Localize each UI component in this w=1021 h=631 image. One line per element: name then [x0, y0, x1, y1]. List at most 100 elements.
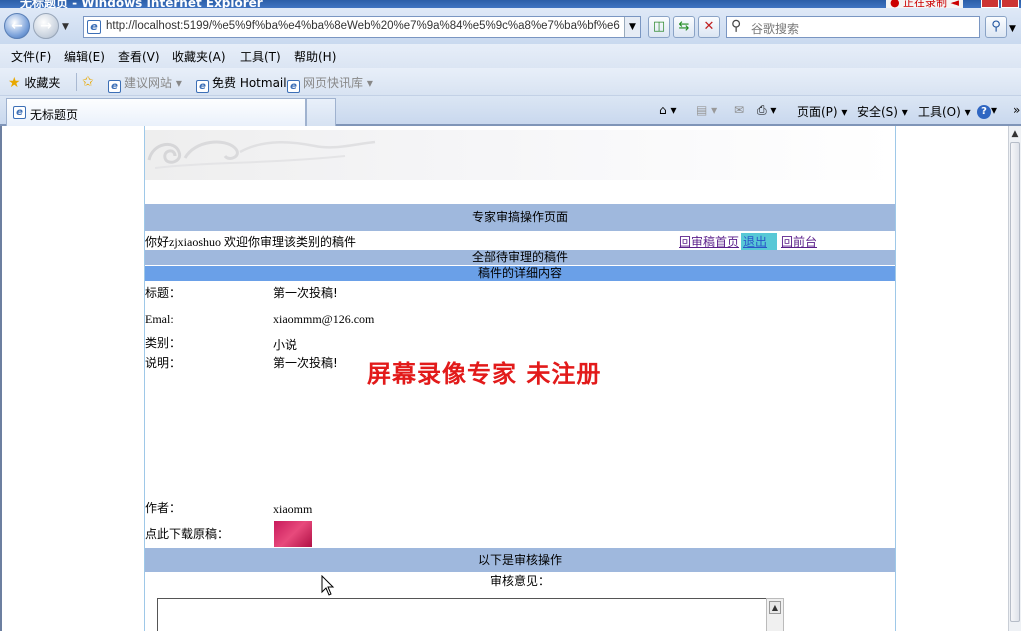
back-button[interactable]: ←: [4, 13, 30, 39]
search-input[interactable]: ⚲ 谷歌搜索: [726, 16, 980, 38]
minimize-button[interactable]: [981, 0, 999, 8]
email-label: Emal:: [145, 312, 174, 326]
new-tab-button[interactable]: [306, 98, 336, 126]
tab-current[interactable]: e 无标题页: [6, 98, 306, 126]
ie-page-icon: e: [108, 80, 121, 93]
refresh-icon: ⇆: [678, 19, 690, 34]
review-opinion-textarea[interactable]: [157, 598, 784, 631]
title-value: 第一次投稿!: [273, 286, 338, 300]
hotmail-label: 免费 Hotmail: [212, 76, 287, 90]
add-favorite-button[interactable]: ✩: [82, 74, 94, 90]
ie-page-icon: e: [287, 80, 300, 93]
tab-title: 无标题页: [30, 108, 79, 122]
search-placeholder: 谷歌搜索: [751, 22, 800, 36]
back-to-front-link[interactable]: 回前台: [781, 233, 817, 250]
favorites-button[interactable]: ★ 收藏夹: [8, 74, 60, 91]
title-label: 标题：: [145, 286, 182, 300]
stop-button[interactable]: ✕: [698, 16, 720, 38]
review-opinion-label: 审核意见：: [489, 574, 550, 588]
home-icon: ⌂: [659, 103, 667, 117]
page-viewport: 专家审搞操作页面 你好zjxiaoshuo 欢迎你审理该类别的稿件 回审稿首页 …: [0, 126, 1008, 631]
safety-menu[interactable]: 安全(S) ▾: [857, 103, 908, 120]
email-value: xiaommm@126.com: [273, 312, 375, 326]
ie-page-icon: e: [13, 106, 26, 119]
detail-header: 稿件的详细内容: [145, 266, 895, 281]
refresh-button[interactable]: ⇆: [673, 16, 695, 38]
greeting-row: 你好zjxiaoshuo 欢迎你审理该类别的稿件 回审稿首页 退出 回前台: [145, 231, 895, 250]
address-dropdown[interactable]: ▼: [624, 17, 640, 37]
print-button[interactable]: ⎙ ▾: [757, 103, 776, 118]
scroll-up-icon[interactable]: ▲: [1010, 128, 1020, 140]
mail-icon: ✉: [734, 103, 745, 117]
close-icon: ✕: [703, 19, 715, 34]
arrow-left-icon: ←: [11, 18, 23, 34]
menu-file[interactable]: 文件(F): [11, 48, 51, 65]
menu-help[interactable]: 帮助(H): [294, 48, 336, 65]
menu-tools[interactable]: 工具(T): [240, 48, 281, 65]
search-options-dropdown[interactable]: ▼: [1009, 24, 1016, 34]
scroll-thumb[interactable]: [1010, 142, 1020, 622]
scroll-up-arrow-icon[interactable]: ▲: [769, 601, 781, 614]
cloud-ornament-image: [147, 140, 376, 169]
download-label: 点此下载原稿：: [145, 527, 230, 541]
header-banner: [145, 130, 895, 180]
hotmail-link[interactable]: e 免费 Hotmail: [196, 74, 287, 93]
web-slice-label: 网页快讯库 ▾: [303, 76, 373, 90]
feeds-button[interactable]: ▤ ▾: [696, 103, 717, 117]
back-to-review-home-link[interactable]: 回审稿首页: [679, 233, 739, 250]
recording-badge: ● 正在录制 ◄: [885, 0, 963, 8]
home-button[interactable]: ⌂ ▾: [659, 103, 676, 117]
menu-edit[interactable]: 编辑(E): [64, 48, 105, 65]
forward-button[interactable]: →: [33, 13, 59, 39]
description-value: 第一次投稿!: [273, 356, 338, 370]
help-menu[interactable]: ? ▾: [977, 103, 997, 119]
menu-bar: 文件(F) 编辑(E) 查看(V) 收藏夹(A) 工具(T) 帮助(H): [0, 44, 1021, 68]
address-toolbar: ← → ▼ e http://localhost:5199/%e5%9f%ba%…: [0, 8, 1021, 44]
search-button[interactable]: ⚲: [985, 16, 1007, 38]
help-icon: ?: [977, 105, 991, 119]
suggested-sites-label: 建议网站 ▾: [124, 76, 182, 90]
address-url: http://localhost:5199/%e5%9f%ba%e4%ba%8e…: [106, 20, 620, 32]
all-pending-header[interactable]: 全部待审理的稿件: [145, 250, 895, 265]
compat-page-icon: ◫: [652, 19, 666, 34]
search-icon: ⚲: [731, 18, 742, 34]
recorder-watermark: 屏幕录像专家 未注册: [367, 359, 602, 388]
help-dropdown-arrow: ▾: [991, 103, 998, 117]
menu-view[interactable]: 查看(V): [118, 48, 160, 65]
mouse-cursor-icon: [321, 575, 335, 596]
page-title: 专家审搞操作页面: [145, 204, 895, 231]
tools-menu[interactable]: 工具(O) ▾: [918, 103, 971, 120]
web-slice-link[interactable]: e 网页快讯库 ▾: [287, 74, 373, 93]
star-icon: ★: [8, 75, 21, 91]
author-value: xiaomm: [273, 502, 313, 516]
close-window-button[interactable]: [1001, 0, 1019, 8]
mail-button[interactable]: ✉: [734, 103, 744, 117]
review-ops-header: 以下是审核操作: [145, 548, 895, 572]
divider: [76, 73, 77, 91]
window-titlebar: 无标题页 - Windows Internet Explorer ● 正在录制 …: [0, 0, 1021, 8]
menu-favorites[interactable]: 收藏夹(A): [172, 48, 226, 65]
recent-pages-dropdown[interactable]: ▼: [62, 22, 74, 32]
page-menu[interactable]: 页面(P) ▾: [797, 103, 847, 120]
logout-link[interactable]: 退出: [741, 233, 777, 250]
suggested-sites-link[interactable]: e 建议网站 ▾: [108, 74, 182, 93]
download-original-image[interactable]: [274, 521, 312, 547]
arrow-right-icon: →: [40, 18, 52, 34]
compatibility-view-button[interactable]: ◫: [648, 16, 670, 38]
category-label: 类别：: [145, 336, 182, 350]
category-value: 小说: [273, 338, 298, 352]
window-title: 无标题页 - Windows Internet Explorer: [20, 0, 263, 8]
greeting-text: 你好zjxiaoshuo 欢迎你审理该类别的稿件: [145, 235, 356, 249]
favorites-bar: ★ 收藏夹 ✩ e 建议网站 ▾ e 免费 Hotmail e 网页快讯库 ▾: [0, 68, 1021, 96]
ie-page-icon: e: [196, 80, 209, 93]
address-input[interactable]: e http://localhost:5199/%e5%9f%ba%e4%ba%…: [83, 16, 641, 38]
page-scrollbar[interactable]: ▲: [1008, 126, 1021, 631]
more-commands-button[interactable]: »: [1013, 103, 1020, 117]
printer-icon: ⎙: [757, 103, 767, 117]
rss-icon: ▤: [696, 103, 708, 117]
favorites-label: 收藏夹: [24, 76, 61, 90]
description-label: 说明：: [145, 356, 182, 370]
author-label: 作者：: [145, 501, 182, 515]
add-star-icon: ✩: [82, 74, 94, 90]
textarea-scrollbar[interactable]: ▲: [766, 598, 784, 631]
